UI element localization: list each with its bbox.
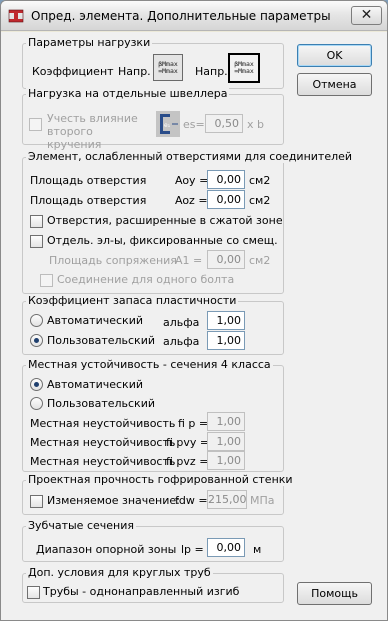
channel-title: Нагрузка на отдельные швеллера <box>26 87 230 100</box>
close-button[interactable]: ✕ <box>351 6 382 25</box>
dir2-formula-line2: =Mmax <box>234 67 254 75</box>
dir1-label: Напр. <box>118 65 151 78</box>
aoy-input[interactable]: 0,00 <box>207 170 245 189</box>
stability-group: Местная устойчивость - сечения 4 класса … <box>22 358 284 472</box>
aoz-label: Aoz = <box>175 194 208 207</box>
pipes-bending-label: Трубы - однонаправленный изгиб <box>43 585 240 598</box>
stability-user-label: Пользовательский <box>47 397 155 410</box>
fdw-label: fdw = <box>175 494 208 507</box>
channel-icon-label: e₁ <box>164 122 171 129</box>
holes-group: Элемент, ослабленный отверстиями для сое… <box>22 150 355 294</box>
fi-pvy-input[interactable]: 1,00 <box>207 432 245 451</box>
offset-elements-label: Отдель. эл-ы, фиксированные со смещ. <box>47 234 278 247</box>
plasticity-user-radio[interactable] <box>30 334 43 347</box>
channel-section-icon: e₁ <box>156 111 180 137</box>
one-bolt-label: Соединение для одного болта <box>57 273 235 286</box>
dir1-formula-icon: βMmax =Mmax <box>158 60 178 75</box>
dir2-label: Напр. <box>195 65 228 78</box>
title-bar[interactable]: Опред. элемента. Дополнительные параметр… <box>1 1 387 31</box>
lp-label: lp = <box>181 543 204 556</box>
dir1-formula-line2: =Mmax <box>158 66 178 75</box>
fdw-unit: МПа <box>250 494 275 507</box>
a1-label: A1 = <box>175 254 203 267</box>
a1-input[interactable]: 0,00 <box>207 250 245 269</box>
fi-p-label: fi p = <box>178 417 209 430</box>
dir2-formula-icon: βMmax =Mmax <box>234 61 254 75</box>
pipes-bending-checkbox[interactable] <box>27 586 40 599</box>
stability-row-label: Местная неустойчивость <box>30 455 176 468</box>
es-label: es= <box>183 118 205 131</box>
fdw-input[interactable]: 215,00 <box>207 490 247 509</box>
expanded-holes-label: Отверстия, расширенные в сжатой зоне <box>47 214 283 227</box>
channel-group: Нагрузка на отдельные швеллера Учесть вл… <box>22 87 284 151</box>
help-button[interactable]: Помощь <box>297 582 372 605</box>
variable-value-label: Изменяемое значение: <box>47 494 180 507</box>
fi-p-input[interactable]: 1,00 <box>207 412 245 431</box>
es-unit: x b <box>247 118 264 131</box>
torsion-checkbox[interactable] <box>29 118 42 131</box>
lp-input[interactable]: 0,00 <box>207 538 245 557</box>
app-icon <box>8 9 24 23</box>
cancel-button[interactable]: Отмена <box>297 73 372 96</box>
offset-elements-checkbox[interactable] <box>30 235 43 248</box>
plasticity-title: Коэффициент запаса пластичности <box>26 294 239 307</box>
support-range-label: Диапазон опорной зоны <box>36 543 177 556</box>
coef-label: Коэффициент <box>32 65 114 78</box>
load-params-group: Параметры нагрузки Коэффициент Напр. βMm… <box>22 36 284 89</box>
plasticity-user-label: Пользовательский <box>47 334 155 347</box>
fi-pvy-label: fi pvy = <box>166 436 210 449</box>
plasticity-auto-alpha-label: альфа <box>163 316 200 329</box>
torsion-label: Учесть влияние второго кручения <box>47 112 138 151</box>
load-params-title: Параметры нагрузки <box>26 36 153 49</box>
plasticity-auto-radio[interactable] <box>30 314 43 327</box>
dir2-formula-button[interactable]: βMmax =Mmax <box>228 53 260 83</box>
dialog-window: Опред. элемента. Дополнительные параметр… <box>0 0 388 621</box>
stability-auto-label: Автоматический <box>47 378 143 391</box>
plasticity-user-alpha-input[interactable]: 1,00 <box>207 331 245 350</box>
expanded-holes-checkbox[interactable] <box>30 215 43 228</box>
ok-button[interactable]: OK <box>297 44 372 67</box>
a1-unit: см2 <box>249 254 271 267</box>
dialog-client-area: OK Отмена Помощь Параметры нагрузки Коэф… <box>1 32 387 620</box>
aoz-area-label: Площадь отверстия <box>30 194 147 207</box>
holes-title: Элемент, ослабленный отверстиями для сое… <box>26 150 355 163</box>
round-pipes-group: Доп. условия для круглых труб Трубы - од… <box>22 566 284 603</box>
stability-row-label: Местная неустойчивость <box>30 436 176 449</box>
window-title: Опред. элемента. Дополнительные параметр… <box>31 9 331 23</box>
plasticity-auto-label: Автоматический <box>47 314 143 327</box>
toothed-title: Зубчатые сечения <box>26 519 136 532</box>
aoy-area-label: Площадь отверстия <box>30 174 147 187</box>
junction-area-label: Площадь сопряжения <box>49 254 177 267</box>
one-bolt-checkbox[interactable] <box>40 274 53 287</box>
dir1-formula-button[interactable]: βMmax =Mmax <box>153 54 183 81</box>
aoz-unit: см2 <box>249 194 271 207</box>
fi-pvz-input[interactable]: 1,00 <box>207 451 245 470</box>
stability-user-radio[interactable] <box>30 397 43 410</box>
plasticity-auto-alpha-input[interactable]: 1,00 <box>207 311 245 330</box>
lp-unit: м <box>253 543 262 556</box>
round-pipes-title: Доп. условия для круглых труб <box>26 566 213 579</box>
plasticity-group: Коэффициент запаса пластичности Автомати… <box>22 294 284 355</box>
es-input[interactable]: 0,50 <box>205 114 243 133</box>
stability-auto-radio[interactable] <box>30 378 43 391</box>
aoy-label: Aoy = <box>175 174 209 187</box>
toothed-group: Зубчатые сечения Диапазон опорной зоны l… <box>22 519 284 562</box>
fi-pvz-label: fi pvz = <box>166 455 209 468</box>
corrugated-title: Проектная прочность гофрированной стенки <box>26 473 295 486</box>
corrugated-group: Проектная прочность гофрированной стенки… <box>22 473 295 515</box>
plasticity-user-alpha-label: альфа <box>163 335 200 348</box>
stability-row-label: Местная неустойчивость <box>30 417 176 430</box>
aoy-unit: см2 <box>249 174 271 187</box>
variable-value-checkbox[interactable] <box>30 495 43 508</box>
aoz-input[interactable]: 0,00 <box>207 190 245 209</box>
stability-title: Местная устойчивость - сечения 4 класса <box>26 358 273 371</box>
